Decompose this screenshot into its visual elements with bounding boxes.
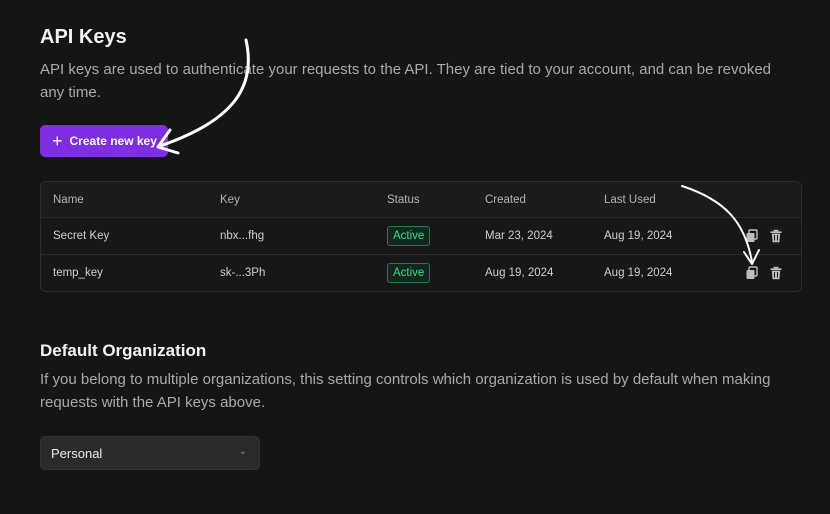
created-date: Aug 19, 2024: [485, 267, 554, 279]
header-created: Created: [485, 193, 526, 206]
create-new-key-label: Create new key: [69, 134, 157, 148]
last-used-date: Aug 19, 2024: [604, 230, 673, 242]
last-used-date: Aug 19, 2024: [604, 267, 673, 279]
copy-icon[interactable]: [745, 266, 759, 280]
key-name: Secret Key: [53, 230, 110, 242]
plus-icon: +: [52, 131, 63, 151]
table-header: Name Key Status Created Last Used: [41, 182, 801, 217]
organization-select-value: Personal: [51, 445, 103, 461]
api-keys-title: API Keys: [40, 26, 127, 48]
api-keys-table: Name Key Status Created Last Used Secret…: [40, 181, 802, 292]
api-keys-description: API keys are used to authenticate your r…: [40, 61, 772, 101]
header-last-used: Last Used: [604, 193, 656, 206]
create-new-key-button[interactable]: + Create new key: [40, 125, 168, 157]
key-name: temp_key: [53, 267, 103, 279]
default-organization-section: Default Organization If you belong to mu…: [40, 340, 800, 470]
chevron-down-icon: ⌄: [238, 446, 247, 457]
organization-select[interactable]: Personal ⌄: [40, 436, 260, 470]
header-status: Status: [387, 193, 420, 206]
status-cell: Active: [387, 218, 431, 254]
created-date: Mar 23, 2024: [485, 230, 553, 242]
api-keys-section: API Keys API keys are used to authentica…: [40, 24, 802, 292]
default-organization-title: Default Organization: [40, 341, 207, 360]
status-cell: Active: [387, 255, 431, 291]
header-name: Name: [53, 193, 84, 206]
default-organization-description: If you belong to multiple organizations,…: [40, 371, 771, 411]
status-badge: Active: [387, 226, 431, 246]
trash-icon[interactable]: [769, 229, 783, 243]
table-row: temp_key sk-...3Ph Active Aug 19, 2024 A…: [41, 254, 801, 291]
table-row: Secret Key nbx...fhg Active Mar 23, 2024…: [41, 217, 801, 254]
key-value: sk-...3Ph: [220, 267, 266, 279]
status-badge: Active: [387, 263, 431, 283]
row-actions: [745, 255, 783, 291]
key-value: nbx...fhg: [220, 230, 265, 242]
copy-icon[interactable]: [745, 229, 759, 243]
header-key: Key: [220, 193, 240, 206]
row-actions: [745, 218, 783, 254]
trash-icon[interactable]: [769, 266, 783, 280]
